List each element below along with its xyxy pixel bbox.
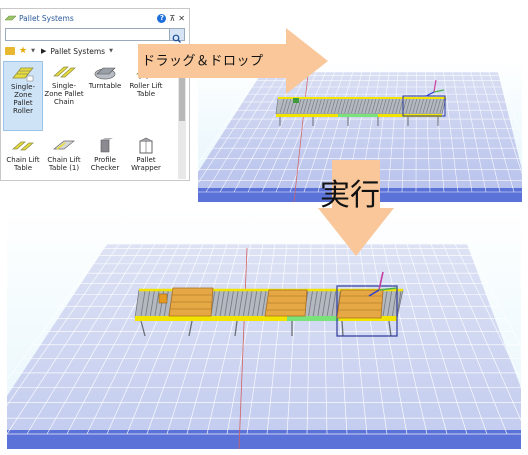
pallet-1 bbox=[168, 287, 214, 317]
breadcrumb-dropdown-icon[interactable]: ▼ bbox=[109, 48, 113, 54]
pallet-source-box bbox=[158, 293, 168, 304]
pin-icon[interactable]: ⊼ bbox=[169, 14, 175, 23]
library-item-single-zone-pallet-chain[interactable]: Single-Zone Pallet Chain bbox=[44, 61, 84, 106]
library-item-label: Chain Lift Table bbox=[6, 156, 40, 172]
library-item-turntable[interactable]: Turntable bbox=[85, 61, 125, 90]
panel-title-bar: Pallet Systems ? ⊼ ✕ bbox=[5, 11, 185, 27]
3d-view-after-run[interactable] bbox=[7, 208, 521, 449]
3d-scene-large bbox=[7, 208, 521, 449]
library-item-label: Turntable bbox=[88, 82, 122, 90]
favorites-star-icon[interactable]: ★ bbox=[19, 46, 27, 56]
single-zone-pallet-chain-icon bbox=[52, 63, 76, 81]
library-item-label: Single-Zone Pallet Chain bbox=[44, 82, 84, 106]
library-item-profile-checker[interactable]: Profile Checker bbox=[85, 135, 125, 172]
floor-edge bbox=[7, 430, 521, 449]
drag-drop-label: ドラッグ＆ドロップ bbox=[142, 54, 264, 69]
pallet-wrapper-icon bbox=[134, 137, 158, 155]
pallet-systems-logo-icon bbox=[5, 15, 16, 21]
sensor-green bbox=[293, 98, 299, 103]
pallet-3 bbox=[336, 289, 384, 319]
panel-title: Pallet Systems bbox=[19, 14, 74, 23]
library-item-label: Single-Zone Pallet Roller bbox=[10, 83, 36, 115]
single-zone-pallet-roller-icon bbox=[11, 64, 35, 82]
library-item-chain-lift-table-1[interactable]: Chain Lift Table (1) bbox=[44, 135, 84, 172]
folder-icon[interactable] bbox=[5, 47, 15, 55]
run-label: 実行 bbox=[320, 178, 380, 213]
close-icon[interactable]: ✕ bbox=[178, 14, 185, 23]
turntable-icon bbox=[93, 63, 117, 81]
profile-checker-icon bbox=[93, 137, 117, 155]
chain-lift-table-icon bbox=[11, 137, 35, 155]
library-item-label: Chain Lift Table (1) bbox=[47, 156, 81, 172]
breadcrumb-arrow-icon: ▶ bbox=[40, 47, 47, 55]
help-icon[interactable]: ? bbox=[157, 14, 167, 23]
chain-lift-table-1-icon bbox=[52, 137, 76, 155]
favorites-dropdown-icon[interactable]: ▼ bbox=[31, 48, 35, 54]
pallet-2 bbox=[264, 289, 308, 317]
library-item-chain-lift-table[interactable]: Chain Lift Table bbox=[3, 135, 43, 172]
library-item-pallet-wrapper[interactable]: Pallet Wrapper bbox=[126, 135, 166, 172]
library-item-label: Pallet Wrapper bbox=[131, 156, 161, 172]
library-item-single-zone-pallet-roller[interactable]: Single-Zone Pallet Roller bbox=[3, 61, 43, 131]
breadcrumb[interactable]: Pallet Systems bbox=[50, 47, 105, 56]
library-item-label: Profile Checker bbox=[90, 156, 120, 172]
